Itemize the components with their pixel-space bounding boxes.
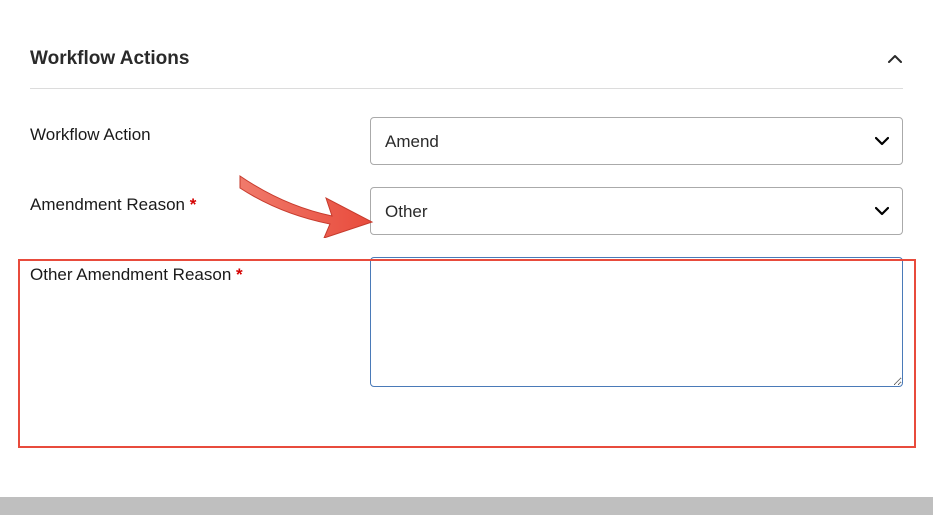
other-reason-label: Other Amendment Reason * (30, 257, 370, 285)
amendment-reason-label: Amendment Reason * (30, 187, 370, 215)
workflow-action-label: Workflow Action (30, 117, 370, 145)
other-reason-row: Other Amendment Reason * (30, 257, 903, 392)
chevron-up-icon[interactable] (887, 54, 903, 64)
required-asterisk: * (190, 195, 197, 214)
section-header[interactable]: Workflow Actions (30, 48, 903, 89)
required-asterisk: * (236, 265, 243, 284)
amendment-reason-select[interactable]: Other (370, 187, 903, 235)
section-title: Workflow Actions (30, 48, 189, 70)
amendment-reason-row: Amendment Reason * Other (30, 187, 903, 235)
workflow-action-row: Workflow Action Amend (30, 117, 903, 165)
other-reason-textarea[interactable] (370, 257, 903, 387)
workflow-action-select[interactable]: Amend (370, 117, 903, 165)
footer-bar (0, 497, 933, 515)
